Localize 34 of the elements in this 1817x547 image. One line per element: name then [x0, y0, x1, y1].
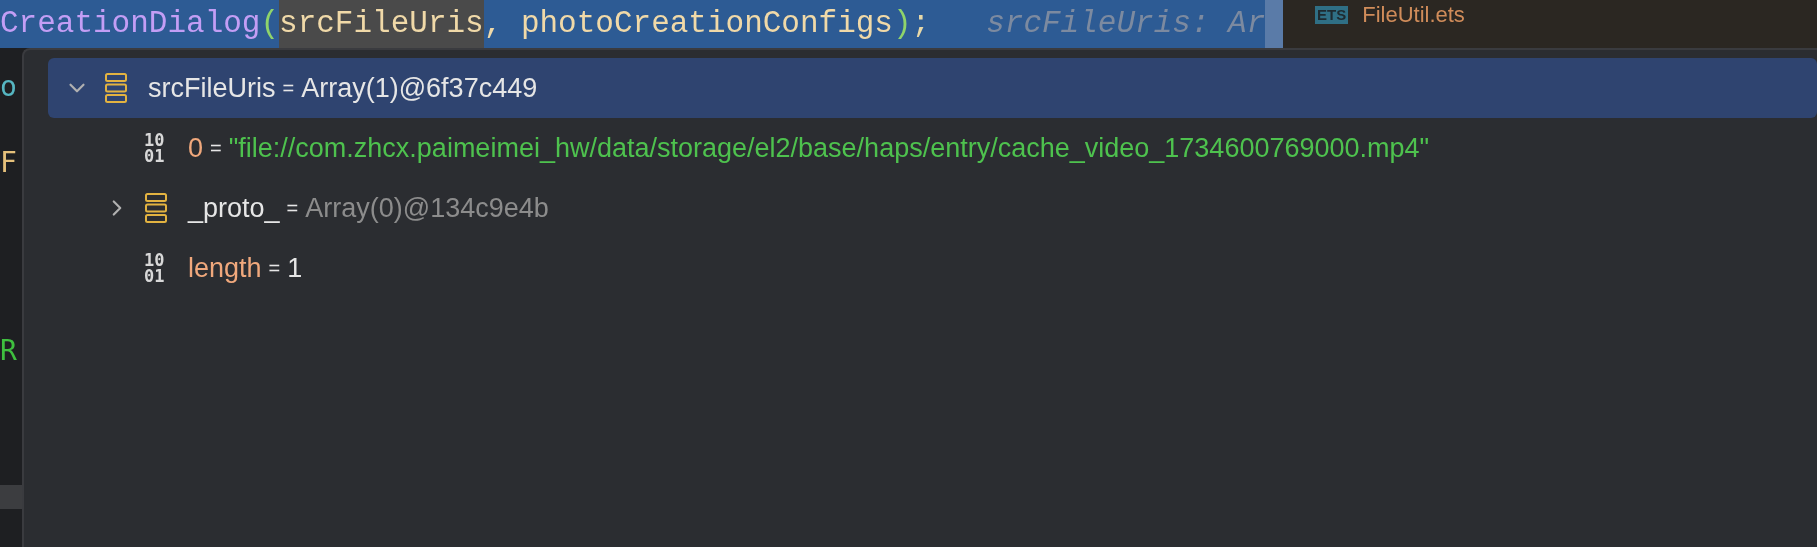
scrollbar-thumb[interactable]: [1265, 0, 1283, 48]
tree-row[interactable]: srcFileUris = Array(1)@6f37c449: [48, 58, 1817, 118]
variable-value: Array(0)@134c9e4b: [305, 191, 549, 225]
file-type-badge: ETS: [1315, 6, 1349, 24]
variable-name: 0: [188, 131, 204, 165]
variable-value: 1: [287, 251, 303, 285]
tree-row[interactable]: 10 01 length = 1: [48, 238, 1817, 298]
horizontal-scrollbar[interactable]: [0, 485, 22, 509]
variable-name: length: [188, 251, 262, 285]
variable-name: srcFileUris: [148, 71, 276, 105]
stack-icon: [104, 72, 128, 104]
equals-sign: =: [282, 76, 295, 101]
binary-icon: 10 01: [144, 252, 165, 284]
code-token: (: [260, 4, 280, 43]
tree-row[interactable]: _proto_ = Array(0)@134c9e4b: [48, 178, 1817, 238]
code-token: , photoCreationConfigs: [483, 4, 893, 43]
stack-icon: [144, 192, 168, 224]
equals-sign: =: [286, 196, 299, 221]
equals-sign: =: [268, 256, 281, 281]
variable-value: Array(1)@6f37c449: [301, 71, 538, 105]
code-token: ;: [911, 4, 931, 43]
file-tab[interactable]: FileUtil.ets: [1362, 2, 1465, 28]
code-token: srcFileUris: [279, 0, 484, 48]
variable-value: "file://com.zhcx.paimeimei_hw/data/storage/el2/base/haps/entry/cache_video_1734600769000.mp4": [228, 131, 1430, 165]
code-token: ): [893, 4, 912, 43]
variable-name: _proto_: [188, 191, 280, 225]
code-token: CreationDialog: [0, 4, 261, 43]
code-fragment: F: [0, 145, 18, 180]
inlay-hint: srcFileUris: Ar: [986, 4, 1266, 43]
equals-sign: =: [210, 136, 222, 161]
tree-row[interactable]: 10 01 0 = "file://com.zhcx.paimeimei_hw/data/storage/el2/base/haps/entry/cache_video_1734600769000.mp4": [48, 118, 1817, 178]
binary-icon: 10 01: [144, 132, 165, 164]
code-fragment: o: [0, 70, 18, 104]
code-fragment: R: [0, 334, 18, 368]
